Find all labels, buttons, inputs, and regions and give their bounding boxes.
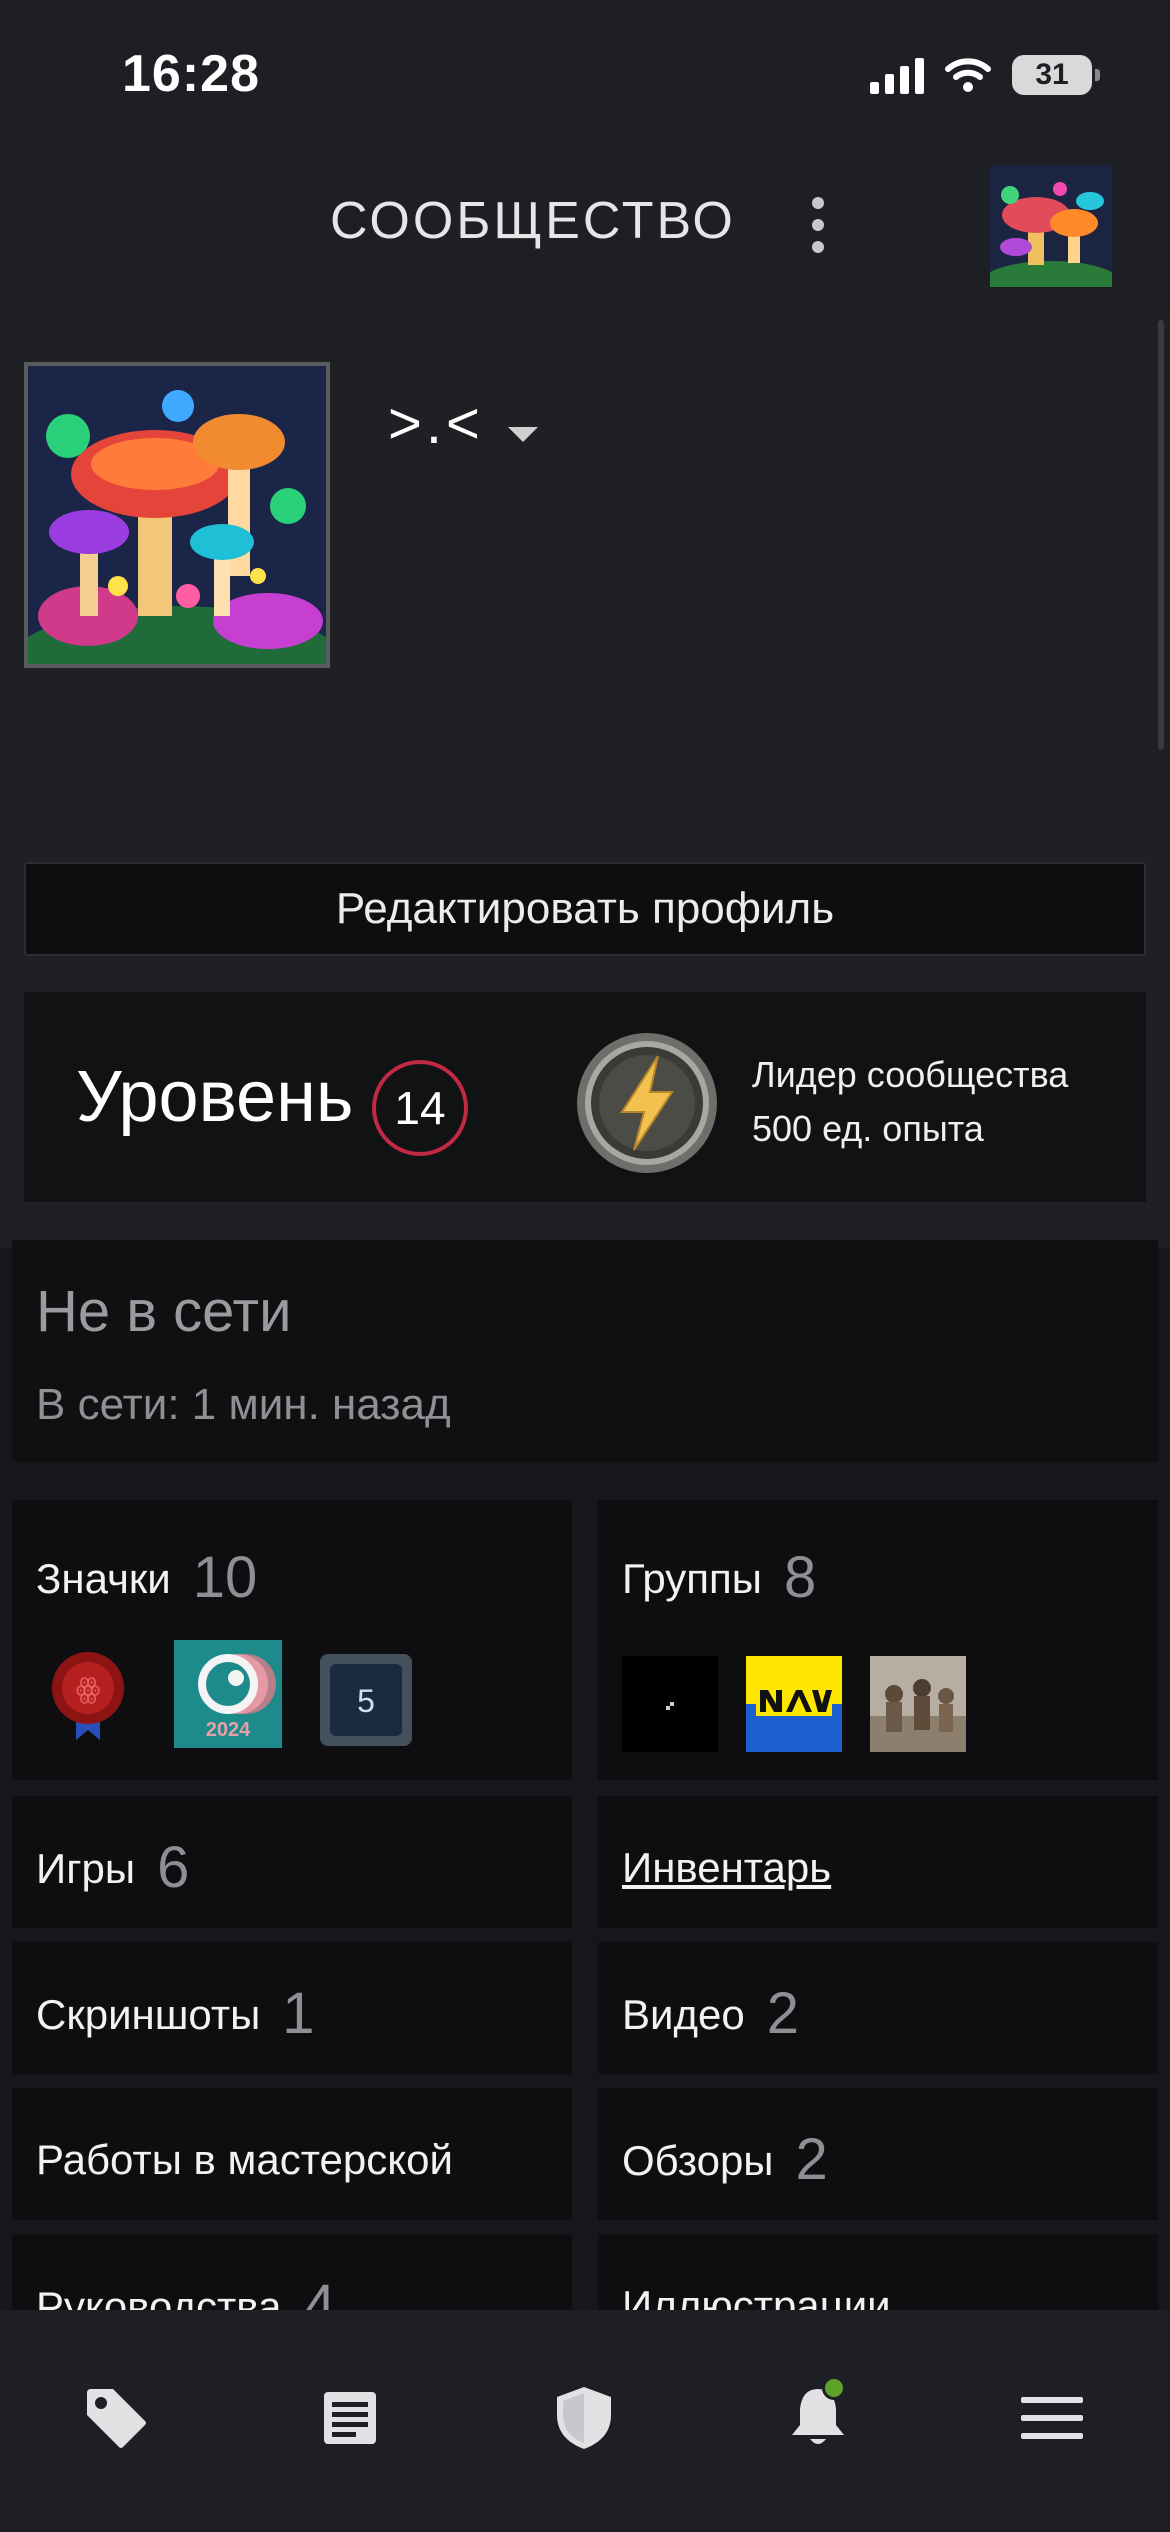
screenshots-label: Скриншоты 1 (36, 1980, 315, 2047)
badges-tile[interactable]: Значки 10 ꙮ 2024 5 (12, 1500, 572, 1780)
nav-news[interactable] (300, 2368, 400, 2468)
videos-label: Видео 2 (622, 1980, 799, 2047)
level-label: Уровень (76, 1057, 354, 1137)
inventory-link[interactable]: Инвентарь (622, 1844, 831, 1892)
videos-tile[interactable]: Видео 2 (598, 1942, 1158, 2074)
reviews-title: Обзоры (622, 2137, 774, 2184)
edit-profile-button[interactable]: Редактировать профиль (24, 862, 1146, 956)
status-icons: 31 (870, 50, 1100, 100)
hamburger-menu-icon (1021, 2397, 1083, 2439)
videos-count: 2 (766, 1981, 799, 2046)
presence-status: Не в сети (36, 1279, 292, 1344)
groups-title: Группы (622, 1555, 762, 1602)
last-online-text: В сети: 1 мин. назад (36, 1380, 451, 1429)
app-header: СООБЩЕСТВО (0, 145, 1170, 308)
status-time: 16:28 (122, 45, 260, 103)
navi-logo-icon (746, 1656, 842, 1752)
news-icon (324, 2392, 376, 2444)
screenshots-count: 1 (282, 1981, 315, 2046)
tag-icon (87, 2389, 146, 2448)
page-title: СООБЩЕСТВО (330, 192, 736, 250)
badge-info: Лидер сообщества 500 ед. опыта (752, 1048, 1068, 1156)
nav-menu[interactable] (1002, 2368, 1102, 2468)
group-thumbnail[interactable] (870, 1656, 966, 1752)
games-label: Игры 6 (36, 1834, 189, 1901)
profile-avatar[interactable] (24, 362, 330, 668)
group-thumbnail[interactable] (746, 1656, 842, 1752)
status-bar: 16:28 31 (0, 0, 1170, 145)
badge-thumbnail[interactable]: 2024 (174, 1640, 282, 1748)
mushroom-avatar-icon (28, 366, 326, 664)
videos-title: Видео (622, 1991, 745, 2038)
inventory-tile[interactable]: Инвентарь (598, 1796, 1158, 1928)
games-count: 6 (157, 1835, 190, 1900)
kebab-menu-icon[interactable] (808, 197, 828, 253)
reviews-tile[interactable]: Обзоры 2 (598, 2088, 1158, 2220)
badge-years-value: 5 (357, 1683, 375, 1719)
badge-thumbnail[interactable]: ꙮ (40, 1646, 136, 1742)
nav-store[interactable] (66, 2368, 166, 2468)
user-avatar-button[interactable] (990, 165, 1112, 287)
workshop-tile[interactable]: Работы в мастерской (12, 2088, 572, 2220)
badge-title: Лидер сообщества (752, 1054, 1069, 1095)
groups-count: 8 (783, 1545, 817, 1610)
mushroom-avatar-icon (990, 165, 1112, 287)
reviews-label: Обзоры 2 (622, 2126, 828, 2193)
wifi-icon (945, 58, 991, 92)
screenshots-title: Скриншоты (36, 1991, 261, 2038)
badges-label: Значки 10 (36, 1544, 257, 1611)
groups-label: Группы 8 (622, 1544, 816, 1611)
games-title: Игры (36, 1845, 136, 1892)
badges-count: 10 (192, 1545, 258, 1610)
group-thumbnail[interactable] (622, 1656, 718, 1752)
nav-guard[interactable] (534, 2368, 634, 2468)
cellular-signal-icon (870, 56, 924, 94)
badge-thumbnail[interactable]: 5 (318, 1652, 414, 1748)
badge-year: 2024 (206, 1719, 251, 1741)
reviews-count: 2 (795, 2127, 828, 2192)
nav-notifications[interactable] (768, 2368, 868, 2468)
persona-name: >.< (388, 391, 484, 456)
online-status-panel: Не в сети В сети: 1 мин. назад (12, 1240, 1158, 1462)
groups-tile[interactable]: Группы 8 (598, 1500, 1158, 1780)
badges-title: Значки (36, 1555, 171, 1602)
badge-xp: 500 ед. опыта (752, 1108, 984, 1149)
persona-name-dropdown[interactable]: >.< (388, 390, 538, 457)
svg-text:ꙮ: ꙮ (76, 1673, 101, 1704)
scrollbar[interactable] (1158, 320, 1164, 750)
steam-replay-badge-icon: 2024 (174, 1640, 282, 1748)
battery-level: 31 (1035, 58, 1069, 91)
level-panel[interactable]: Уровень 14 Лидер сообщества 500 ед. опыт… (24, 992, 1146, 1202)
soldiers-group-icon (870, 1656, 966, 1752)
red-seal-badge-icon: ꙮ (52, 1652, 124, 1740)
shield-icon (557, 2387, 611, 2449)
bottom-navigation (0, 2310, 1170, 2532)
dark-group-icon (622, 1656, 718, 1752)
screenshots-tile[interactable]: Скриншоты 1 (12, 1942, 572, 2074)
years-service-badge-icon: 5 (320, 1654, 412, 1746)
level-badge: 14 (372, 1060, 468, 1156)
community-leader-badge-icon (577, 1033, 717, 1173)
battery-icon: 31 (1012, 55, 1100, 95)
notification-dot (822, 2376, 846, 2400)
workshop-label: Работы в мастерской (36, 2136, 453, 2183)
games-tile[interactable]: Игры 6 (12, 1796, 572, 1928)
chevron-down-icon (507, 427, 538, 442)
